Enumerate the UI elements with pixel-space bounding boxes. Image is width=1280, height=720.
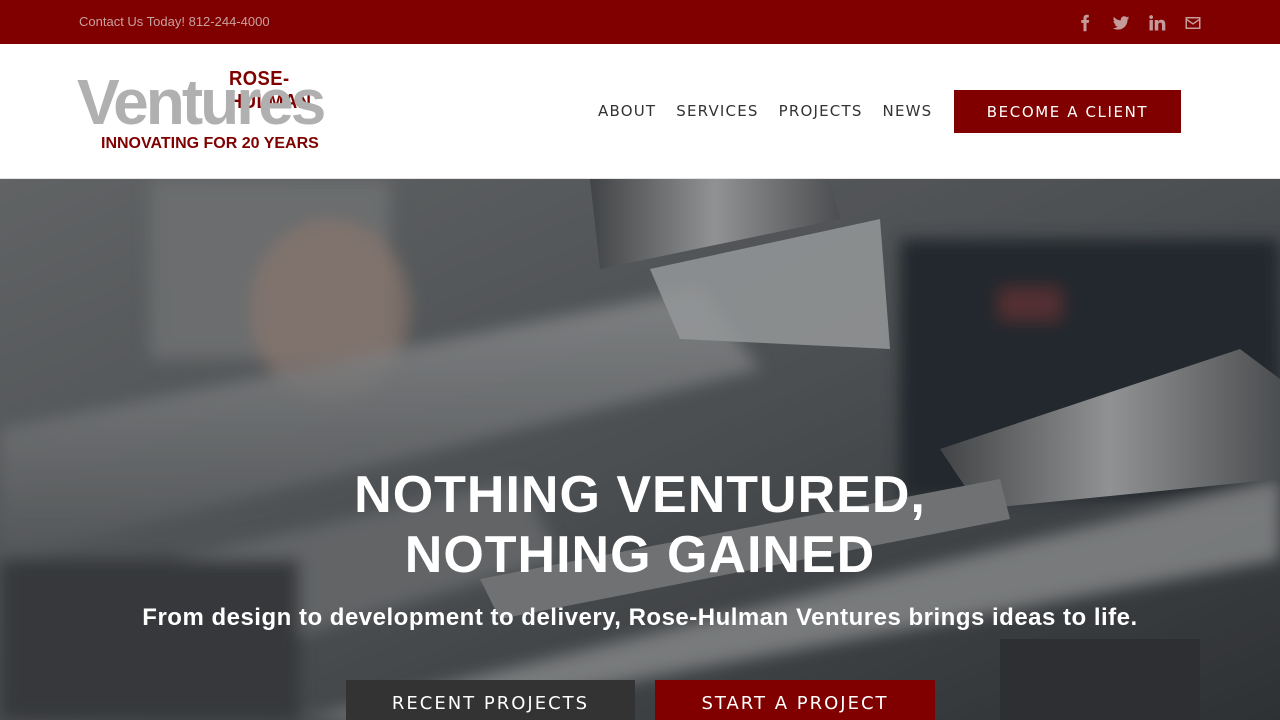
nav-about[interactable]: ABOUT [598,102,656,120]
recent-projects-button[interactable]: RECENT PROJECTS [346,680,635,720]
hero-title-line1: NOTHING VENTURED, [354,466,926,524]
logo-tagline: INNOVATING FOR 20 YEARS [101,135,319,152]
nav-services[interactable]: SERVICES [676,102,758,120]
twitter-icon[interactable] [1112,14,1130,32]
main-nav: ABOUT SERVICES PROJECTS NEWS [598,102,932,120]
hero-title-line2: NOTHING GAINED [404,526,876,584]
site-header: ROSE-HULMAN Ventures INNOVATING FOR 20 Y… [0,44,1280,179]
facebook-icon[interactable] [1076,14,1094,32]
mail-icon[interactable] [1184,14,1202,32]
contact-text[interactable]: Contact Us Today! 812-244-4000 [79,14,270,29]
hero-subtitle: From design to development to delivery, … [142,604,1138,631]
hero-overlay [0,179,1280,720]
become-a-client-button[interactable]: BECOME A CLIENT [954,90,1181,133]
hero-title: NOTHING VENTURED, NOTHING GAINED [0,465,1280,585]
top-bar: Contact Us Today! 812-244-4000 [0,0,1280,44]
linkedin-icon[interactable] [1148,14,1166,32]
nav-news[interactable]: NEWS [883,102,933,120]
start-a-project-button[interactable]: START A PROJECT [655,680,935,720]
nav-projects[interactable]: PROJECTS [779,102,863,120]
social-links [1076,14,1202,32]
logo-main-text: Ventures [77,66,326,138]
hero-section: NOTHING VENTURED, NOTHING GAINED From de… [0,179,1280,720]
rose-hulman-ventures-logo[interactable]: ROSE-HULMAN Ventures INNOVATING FOR 20 Y… [77,66,379,156]
